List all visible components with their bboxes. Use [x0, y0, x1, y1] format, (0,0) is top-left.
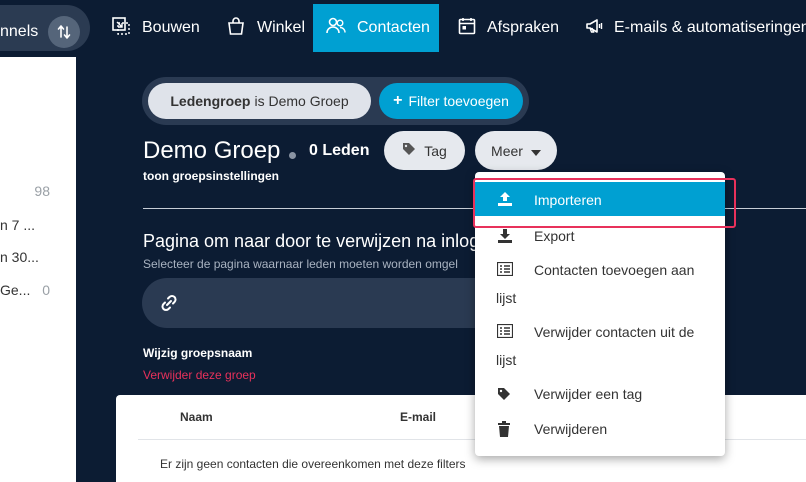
group-name: n 7 ... [0, 217, 36, 233]
tag-button[interactable]: Tag [384, 131, 465, 170]
separator-dot [289, 152, 296, 159]
tag-label: Tag [424, 142, 447, 159]
group-list-item[interactable]: Ge... 0 [0, 282, 76, 302]
caret-down-icon [530, 143, 541, 159]
trash-icon [497, 421, 511, 440]
nav-emails[interactable]: E-mails & automatiseringen [572, 4, 806, 52]
nav-label: E-mails & automatiseringen [614, 19, 806, 36]
megaphone-icon [584, 16, 604, 41]
menu-item-label: Verwijderen [534, 421, 608, 437]
tag-icon [497, 387, 511, 404]
show-group-settings-link[interactable]: toon groepsinstellingen [143, 169, 279, 183]
sort-icon[interactable] [48, 16, 80, 48]
rename-group-link[interactable]: Wijzig groepsnaam [143, 346, 252, 360]
group-count: 0 [42, 282, 50, 298]
nav-afspraken[interactable]: Afspraken [445, 4, 571, 52]
calendar-icon [457, 16, 477, 41]
highlight-box [473, 178, 736, 228]
group-list-item[interactable]: 98 [0, 183, 76, 203]
nav-label: Contacten [357, 19, 430, 36]
member-count: 0 Leden [309, 142, 370, 159]
menu-item-delete[interactable]: Verwijderen [475, 415, 725, 445]
filter-chip[interactable]: Ledengroep is Demo Groep [148, 83, 371, 119]
group-count: 98 [34, 183, 50, 199]
page-title: Demo Groep [143, 137, 281, 164]
group-list-item[interactable]: n 7 ... [0, 217, 76, 237]
list-icon [496, 323, 514, 341]
filter-key: Ledengroep [170, 93, 251, 109]
empty-state-message: Er zijn geen contacten die overeenkomen … [160, 457, 466, 471]
build-icon [110, 15, 132, 42]
delete-group-link[interactable]: Verwijder deze groep [143, 368, 256, 382]
list-icon [496, 261, 514, 279]
menu-item-remove-tag[interactable]: Verwijder een tag [475, 380, 725, 410]
menu-item-label: Verwijder een tag [534, 386, 643, 402]
menu-item-add-to-list[interactable]: Contacten toevoegen aan lijst [475, 256, 725, 316]
more-button[interactable]: Meer [475, 131, 557, 170]
funnels-selector[interactable]: nnels [0, 5, 90, 51]
nav-label: Afspraken [487, 19, 560, 36]
contacts-icon [325, 15, 347, 42]
redirect-section-title: Pagina om naar door te verwijzen na inlo… [143, 231, 480, 251]
column-header-email[interactable]: E-mail [400, 410, 436, 424]
download-icon [497, 228, 513, 247]
menu-item-label-cont: lijst [496, 290, 517, 306]
column-header-name[interactable]: Naam [180, 410, 213, 424]
nav-winkel[interactable]: Winkel [213, 4, 317, 52]
add-filter-button[interactable]: + Filter toevoegen [379, 83, 523, 119]
menu-item-label: Export [534, 228, 575, 244]
group-list-panel: 98 n 7 ... n 30... Ge... 0 [0, 57, 76, 482]
filter-value: is Demo Groep [254, 93, 349, 109]
group-list-item[interactable]: n 30... [0, 249, 76, 269]
group-name: Ge... [0, 282, 31, 298]
menu-item-label-cont: lijst [496, 352, 517, 368]
menu-item-remove-from-list[interactable]: Verwijder contacten uit de lijst [475, 318, 725, 378]
nav-bouwen[interactable]: Bouwen [98, 4, 212, 52]
nav-label: Winkel [257, 19, 306, 36]
tag-icon [402, 142, 416, 159]
top-nav: nnels Bouwen Winkel Contacten Afspraken … [0, 0, 806, 57]
group-name: n 30... [0, 249, 39, 265]
nav-label: Bouwen [142, 19, 200, 36]
menu-item-label: Contacten toevoegen aan [534, 262, 695, 278]
funnels-label: nnels [0, 23, 39, 40]
add-filter-label: Filter toevoegen [408, 93, 509, 109]
menu-item-label: Verwijder contacten uit de [534, 324, 695, 340]
filter-bar: Ledengroep is Demo Groep + Filter toevoe… [142, 77, 529, 125]
plus-icon: + [393, 92, 403, 109]
redirect-section-subtitle: Selecteer de pagina waarnaar leden moete… [143, 257, 458, 271]
shopping-bag-icon [225, 15, 247, 42]
link-icon [158, 292, 180, 319]
more-label: Meer [491, 142, 523, 159]
nav-contacten[interactable]: Contacten [313, 4, 439, 52]
